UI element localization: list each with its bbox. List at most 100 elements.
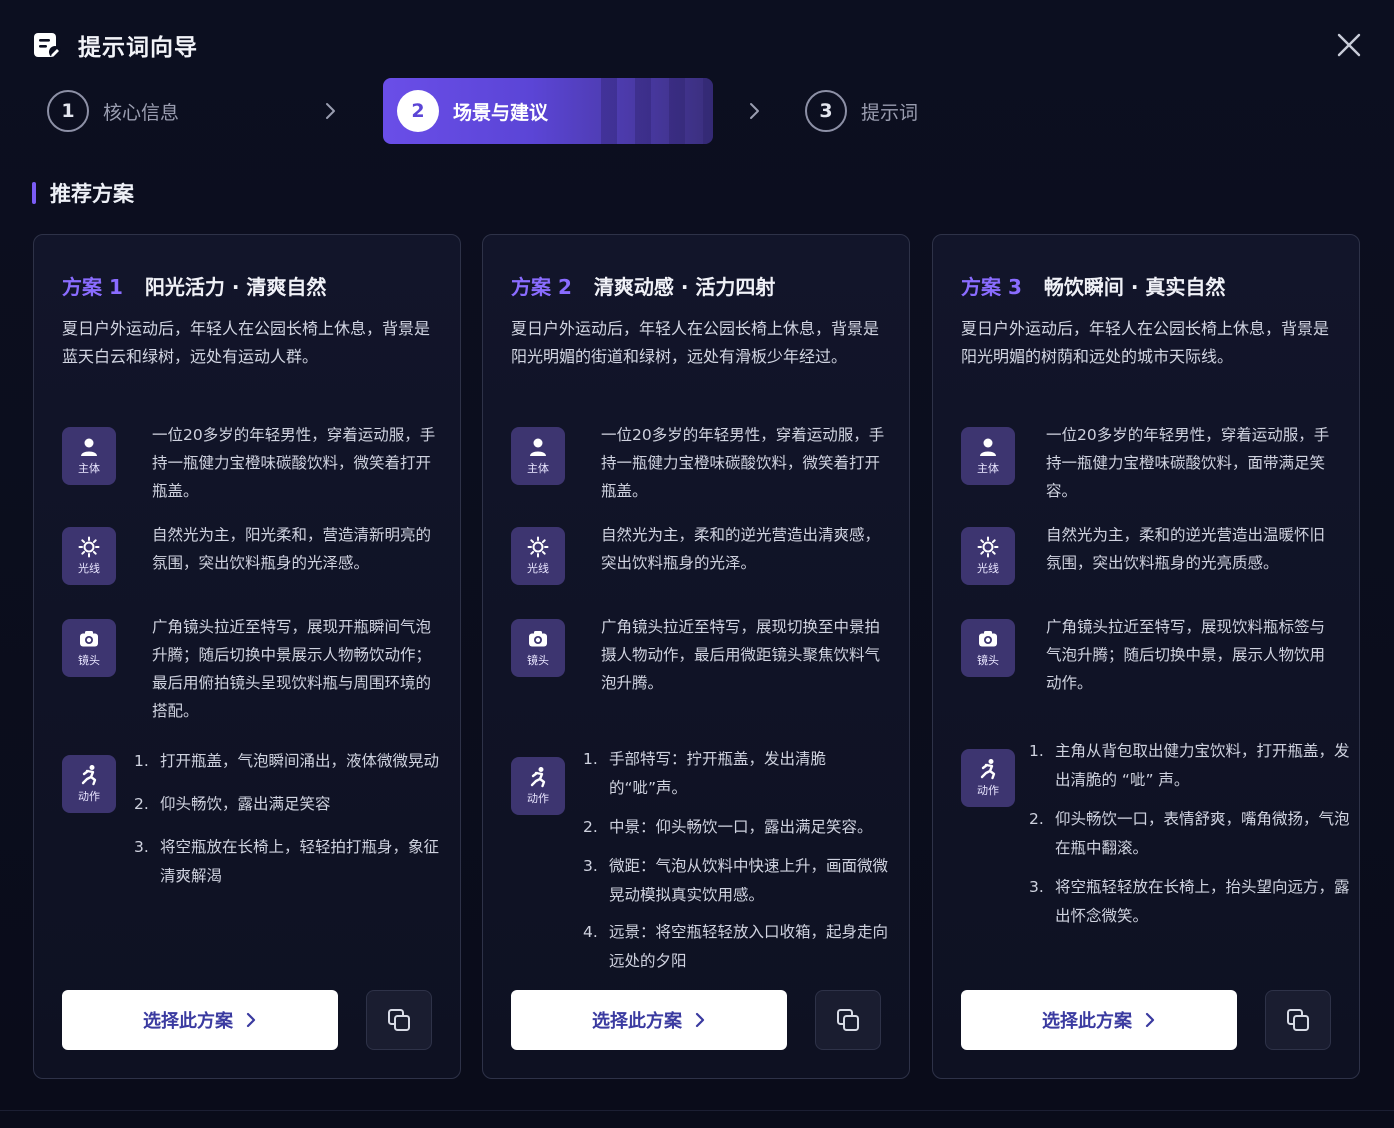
plan-card-3: 方案 3 畅饮瞬间 · 真实自然 夏日户外运动后，年轻人在公园长椅上休息，背景是… (932, 234, 1360, 1079)
button-label: 选择此方案 (592, 1011, 682, 1031)
step-prompt[interactable]: 3 提示词 (805, 88, 918, 134)
plan-title: 畅饮瞬间 · 真实自然 (1043, 275, 1226, 299)
badge-label: 镜头 (78, 654, 100, 667)
light-badge: 光线 (961, 527, 1015, 585)
plan-tag: 方案 2 (511, 275, 572, 299)
step-label: 场景与建议 (453, 101, 549, 124)
person-icon (980, 438, 996, 456)
copy-button[interactable] (815, 990, 881, 1050)
action-badge: 动作 (511, 757, 565, 815)
badge-label: 光线 (977, 562, 999, 575)
list-text: 将空瓶轻轻放在长椅上，抬头望向远方，露出怀念微笑。 (1055, 878, 1350, 925)
step-number: 3 (805, 90, 847, 132)
chevron-right-icon (695, 1012, 705, 1028)
running-icon (980, 759, 996, 780)
list-item: 4. 远景：将空瓶轻轻放入口收箱，起身走向远处的夕阳 (583, 918, 903, 976)
badge-label: 主体 (977, 462, 999, 475)
list-number: 2. (1029, 810, 1044, 828)
light-text: 自然光为主，柔和的逆光营造出清爽感，突出饮料瓶身的光泽。 (601, 526, 881, 572)
list-item: 3. 将空瓶放在长椅上，轻轻拍打瓶身，象征清爽解渴 (134, 833, 454, 891)
step-scene-suggestions[interactable]: 2 场景与建议 (383, 78, 713, 144)
copy-button[interactable] (1265, 990, 1331, 1050)
list-number: 1. (1029, 742, 1044, 760)
subject-text: 一位20多岁的年轻男性，穿着运动服，手持一瓶健力宝橙味碳酸饮料，微笑着打开瓶盖。 (601, 426, 885, 500)
badge-label: 动作 (78, 790, 100, 803)
list-text: 打开瓶盖，气泡瞬间涌出，液体微微晃动 (160, 752, 440, 770)
list-number: 1. (583, 750, 598, 768)
list-text: 仰头畅饮，露出满足笑容 (160, 795, 331, 813)
list-number: 4. (583, 923, 598, 941)
button-label: 选择此方案 (143, 1011, 233, 1031)
subject-badge: 主体 (62, 427, 116, 485)
action-list: 1. 打开瓶盖，气泡瞬间涌出，液体微微晃动 2. 仰头畅饮，露出满足笑容 3. 将空瓶… (134, 747, 454, 905)
plan-description: 夏日户外运动后，年轻人在公园长椅上休息，背景是阳光明媚的街道和绿树，远处有滑板少… (511, 319, 880, 366)
step-label: 提示词 (861, 101, 919, 124)
list-item: 1. 主角从背包取出健力宝饮料，打开瓶盖，发出清脆的 “呲” 声。 (1029, 737, 1359, 795)
plan-card-1: 方案 1 阳光活力 · 清爽自然 夏日户外运动后，年轻人在公园长椅上休息，背景是… (33, 234, 461, 1079)
list-number: 3. (583, 857, 598, 875)
lens-badge: 镜头 (961, 619, 1015, 677)
plan-card-header: 方案 2 清爽动感 · 活力四射 (511, 271, 775, 300)
lens-badge: 镜头 (62, 619, 116, 677)
badge-label: 主体 (78, 462, 100, 475)
list-item: 1. 手部特写：拧开瓶盖，发出清脆的“呲”声。 (583, 745, 903, 803)
dialog-header: 提示词向导 (32, 28, 198, 62)
select-plan-button[interactable]: 选择此方案 (511, 990, 787, 1050)
chevron-right-icon (322, 101, 338, 121)
close-button[interactable] (1334, 30, 1364, 60)
list-number: 2. (583, 818, 598, 836)
list-number: 2. (134, 795, 149, 813)
plan-title: 清爽动感 · 活力四射 (593, 275, 776, 299)
list-item: 2. 仰头畅饮，露出满足笑容 (134, 790, 454, 819)
list-text: 仰头畅饮一口，表情舒爽，嘴角微扬，气泡在瓶中翻滚。 (1055, 810, 1350, 857)
sun-icon (78, 536, 100, 558)
step-label: 核心信息 (103, 101, 180, 124)
badge-label: 光线 (527, 562, 549, 575)
running-icon (530, 767, 546, 788)
camera-icon (529, 631, 547, 647)
list-item: 2. 仰头畅饮一口，表情舒爽，嘴角微扬，气泡在瓶中翻滚。 (1029, 805, 1359, 863)
chevron-right-icon (246, 1012, 256, 1028)
light-badge: 光线 (511, 527, 565, 585)
list-text: 将空瓶放在长椅上，轻轻拍打瓶身，象征清爽解渴 (160, 838, 440, 885)
list-number: 1. (134, 752, 149, 770)
step-core-info[interactable]: 1 核心信息 (47, 88, 179, 134)
list-item: 1. 打开瓶盖，气泡瞬间涌出，液体微微晃动 (134, 747, 454, 776)
person-icon (81, 438, 97, 456)
lens-badge: 镜头 (511, 619, 565, 677)
badge-label: 镜头 (527, 654, 549, 667)
badge-label: 动作 (527, 792, 549, 805)
prompt-wizard-dialog: 提示词向导 1 核心信息 2 场景与建议 3 提示词 推荐方案 方案 1 阳光活… (0, 0, 1394, 1128)
camera-icon (80, 631, 98, 647)
list-text: 微距：气泡从饮料中快速上升，画面微微晃动模拟真实饮用感。 (609, 857, 889, 904)
close-icon (1337, 33, 1361, 57)
action-list: 1. 主角从背包取出健力宝饮料，打开瓶盖，发出清脆的 “呲” 声。 2. 仰头畅饮一… (1029, 737, 1359, 945)
list-item: 3. 微距：气泡从饮料中快速上升，画面微微晃动模拟真实饮用感。 (583, 852, 903, 910)
list-item: 3. 将空瓶轻轻放在长椅上，抬头望向远方，露出怀念微笑。 (1029, 873, 1359, 931)
button-label: 选择此方案 (1042, 1011, 1132, 1031)
list-item: 2. 中景：仰头畅饮一口，露出满足笑容。 (583, 813, 903, 842)
plan-description: 夏日户外运动后，年轻人在公园长椅上休息，背景是阳光明媚的树荫和远处的城市天际线。 (961, 319, 1330, 366)
action-list: 1. 手部特写：拧开瓶盖，发出清脆的“呲”声。 2. 中景：仰头畅饮一口，露出满足笑… (583, 745, 903, 990)
plan-tag: 方案 1 (62, 275, 123, 299)
plan-description: 夏日户外运动后，年轻人在公园长椅上休息，背景是蓝天白云和绿树，远处有运动人群。 (62, 319, 431, 366)
chevron-right-icon (746, 101, 762, 121)
subject-text: 一位20多岁的年轻男性，穿着运动服，手持一瓶健力宝橙味碳酸饮料，面带满足笑容。 (1046, 426, 1330, 500)
lens-text: 广角镜头拉近至特写，展现开瓶瞬间气泡升腾；随后切换中景展示人物畅饮动作；最后用俯… (152, 618, 432, 720)
list-text: 主角从背包取出健力宝饮料，打开瓶盖，发出清脆的 “呲” 声。 (1055, 742, 1350, 789)
section-header: 推荐方案 (32, 180, 134, 206)
light-badge: 光线 (62, 527, 116, 585)
copy-button[interactable] (366, 990, 432, 1050)
copy-icon (1287, 1009, 1309, 1031)
select-plan-button[interactable]: 选择此方案 (62, 990, 338, 1050)
lens-text: 广角镜头拉近至特写，展现切换至中景拍摄人物动作，最后用微距镜头聚焦饮料气泡升腾。 (601, 618, 881, 692)
plan-tag: 方案 3 (961, 275, 1022, 299)
dialog-title: 提示词向导 (78, 35, 198, 61)
action-badge: 动作 (961, 749, 1015, 807)
step-number: 1 (47, 90, 89, 132)
badge-label: 主体 (527, 462, 549, 475)
subject-text: 一位20多岁的年轻男性，穿着运动服，手持一瓶健力宝橙味碳酸饮料，微笑着打开瓶盖。 (152, 426, 436, 500)
select-plan-button[interactable]: 选择此方案 (961, 990, 1237, 1050)
subject-badge: 主体 (961, 427, 1015, 485)
sun-icon (527, 536, 549, 558)
